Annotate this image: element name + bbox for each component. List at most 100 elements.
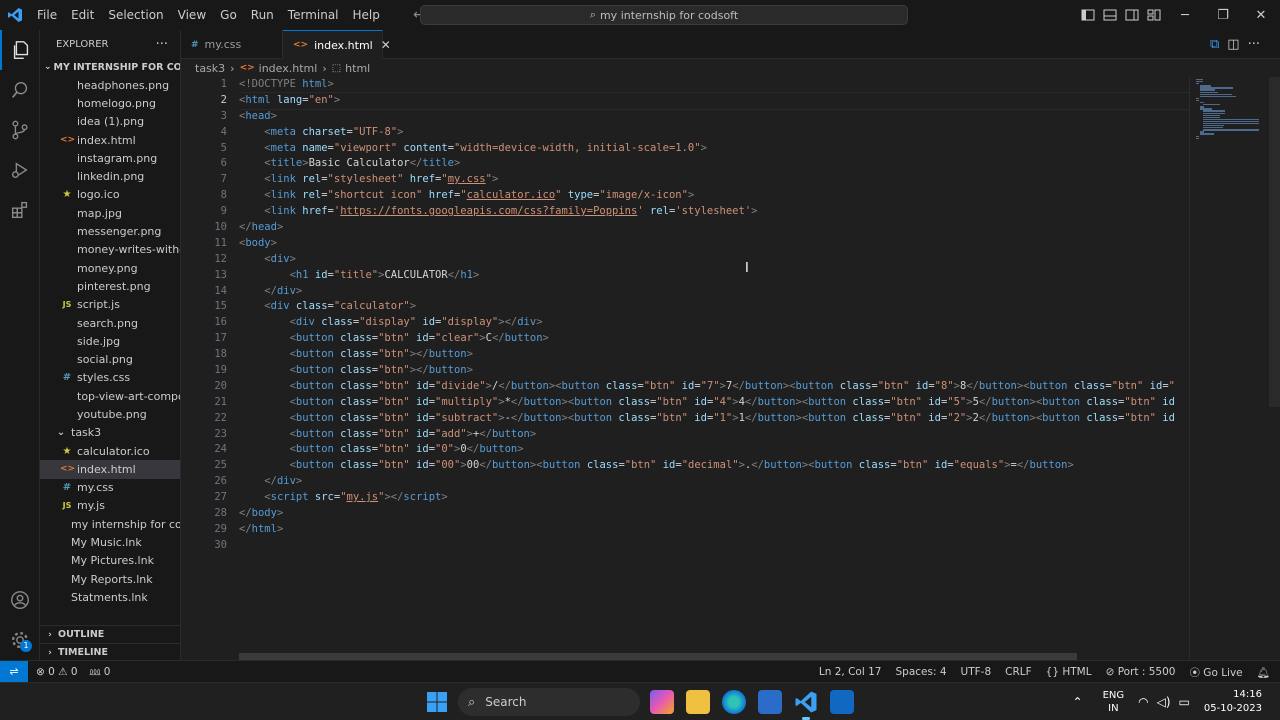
code-line[interactable]: <link rel="shortcut icon" href="calculat… <box>239 188 1189 204</box>
taskbar-search[interactable]: ⌕ Search <box>458 688 640 716</box>
extensions-icon[interactable] <box>0 190 40 230</box>
source-control-icon[interactable] <box>0 110 40 150</box>
restore-icon[interactable]: ❐ <box>1204 0 1242 30</box>
battery-icon[interactable]: ▭ <box>1179 695 1190 709</box>
end-of-line[interactable]: CRLF <box>1005 666 1032 678</box>
code-area[interactable]: <!DOCTYPE html> <html lang="en"> <head> <m… <box>239 77 1189 554</box>
code-line[interactable]: <title>Basic Calculator</title> <box>239 156 1189 172</box>
more-actions-icon[interactable]: ··· <box>1248 37 1260 52</box>
vertical-scrollbar[interactable] <box>1269 77 1280 407</box>
file-item[interactable]: JS my.js <box>40 497 180 515</box>
code-line[interactable]: <button class="btn" id="subtract">-</but… <box>239 411 1189 427</box>
file-item[interactable]: my internship for cod... <box>40 515 180 533</box>
file-item[interactable]: My Reports.lnk <box>40 570 180 588</box>
outlook-app-icon[interactable] <box>830 690 854 714</box>
menu-terminal[interactable]: Terminal <box>281 0 346 30</box>
ports-indicator[interactable]: ⅏ 0 <box>90 665 111 679</box>
code-line[interactable]: <button class="btn" id="multiply">*</but… <box>239 395 1189 411</box>
code-line[interactable]: <link href='https://fonts.googleapis.com… <box>239 204 1189 220</box>
search-icon[interactable] <box>0 70 40 110</box>
manage-gear-icon[interactable]: 1 <box>0 620 40 660</box>
file-item[interactable]: messenger.png <box>40 222 180 240</box>
code-line[interactable]: </html> <box>239 522 1189 538</box>
split-editor-icon[interactable]: ◫ <box>1227 37 1239 52</box>
file-item[interactable]: ★ calculator.ico <box>40 442 180 460</box>
breadcrumb-folder[interactable]: task3 <box>195 62 225 75</box>
file-item[interactable]: <> index.html <box>40 131 180 149</box>
customize-layout-icon[interactable] <box>1146 7 1162 23</box>
menu-help[interactable]: Help <box>346 0 387 30</box>
code-line[interactable]: <!DOCTYPE html> <box>239 77 1189 93</box>
code-line[interactable]: <html lang="en"> <box>239 91 1189 110</box>
code-line[interactable]: <head> <box>239 109 1189 125</box>
close-window-icon[interactable]: ✕ <box>1242 0 1280 30</box>
file-item[interactable]: My Pictures.lnk <box>40 552 180 570</box>
file-item[interactable]: Statments.lnk <box>40 588 180 606</box>
file-item[interactable]: # my.css <box>40 479 180 497</box>
workspace-root[interactable]: ⌄ MY INTERNSHIP FOR COD... <box>40 58 180 76</box>
file-item[interactable]: youtube.png <box>40 405 180 423</box>
timeline-section[interactable]: › TIMELINE <box>40 643 180 660</box>
code-line[interactable]: <body> <box>239 236 1189 252</box>
edge-browser-icon[interactable] <box>722 690 746 714</box>
code-line[interactable]: <link rel="stylesheet" href="my.css"> <box>239 172 1189 188</box>
code-line[interactable]: <script src="my.js"></script> <box>239 490 1189 506</box>
code-line[interactable]: <meta name="viewport" content="width=dev… <box>239 141 1189 157</box>
code-line[interactable]: <div class="calculator"> <box>239 299 1189 315</box>
file-item[interactable]: homelogo.png <box>40 94 180 112</box>
menu-go[interactable]: Go <box>213 0 244 30</box>
wifi-icon[interactable]: ◠ <box>1138 695 1148 709</box>
breadcrumb-symbol[interactable]: html <box>345 62 370 75</box>
code-line[interactable]: </body> <box>239 506 1189 522</box>
file-item[interactable]: JS script.js <box>40 296 180 314</box>
run-debug-icon[interactable] <box>0 150 40 190</box>
file-item[interactable]: money.png <box>40 259 180 277</box>
go-live-button[interactable]: ⦿ Go Live <box>1189 665 1242 680</box>
code-line[interactable]: </div> <box>239 474 1189 490</box>
vscode-taskbar-icon[interactable] <box>794 690 818 720</box>
file-item[interactable]: ★ logo.ico <box>40 186 180 204</box>
code-line[interactable]: <button class="btn" id="00">00</button><… <box>239 458 1189 474</box>
outline-section[interactable]: › OUTLINE <box>40 625 180 643</box>
open-preview-icon[interactable]: ⧉ <box>1210 37 1219 52</box>
code-line[interactable]: <div> <box>239 252 1189 268</box>
command-center[interactable]: ⌕ my internship for codsoft <box>420 5 908 25</box>
file-item[interactable]: social.png <box>40 350 180 368</box>
file-item[interactable]: search.png <box>40 314 180 332</box>
notifications-bell-icon[interactable]: 🔔︎ <box>1257 666 1270 679</box>
cursor-position[interactable]: Ln 2, Col 17 <box>819 666 882 678</box>
toggle-panel-icon[interactable] <box>1102 7 1118 23</box>
code-line[interactable]: <button class="btn"></button> <box>239 363 1189 379</box>
menu-edit[interactable]: Edit <box>64 0 101 30</box>
encoding[interactable]: UTF-8 <box>961 666 992 678</box>
microsoft-store-icon[interactable] <box>758 690 782 714</box>
tab-my-css[interactable]: # my.css <box>181 30 283 59</box>
show-hidden-icons-icon[interactable]: ⌃ <box>1073 695 1083 709</box>
language-indicator[interactable]: ENG IN <box>1103 689 1125 715</box>
minimap[interactable] <box>1189 77 1269 660</box>
code-line[interactable] <box>239 538 1189 554</box>
minimize-icon[interactable]: ─ <box>1166 0 1204 30</box>
explorer-icon[interactable] <box>0 30 40 70</box>
problems-indicator[interactable]: ⊗ 0 ⚠ 0 <box>36 666 78 678</box>
code-line[interactable]: </head> <box>239 220 1189 236</box>
code-line[interactable]: <h1 id="title">CALCULATOR</h1> <box>239 268 1189 284</box>
code-line[interactable]: <div class="display" id="display"></div> <box>239 315 1189 331</box>
accounts-icon[interactable] <box>0 580 40 620</box>
file-explorer-icon[interactable] <box>686 690 710 714</box>
code-line[interactable]: <button class="btn"></button> <box>239 347 1189 363</box>
file-item[interactable]: instagram.png <box>40 149 180 167</box>
windows-start-icon[interactable] <box>426 691 448 713</box>
menu-view[interactable]: View <box>171 0 213 30</box>
more-actions-icon[interactable]: ··· <box>156 37 168 52</box>
file-item[interactable]: top-view-art-compo... <box>40 387 180 405</box>
file-item[interactable]: # styles.css <box>40 369 180 387</box>
file-item[interactable]: map.jpg <box>40 204 180 222</box>
clock[interactable]: 14:16 05-10-2023 <box>1204 688 1262 716</box>
language-mode[interactable]: {} HTML <box>1046 666 1092 678</box>
horizontal-scrollbar[interactable] <box>239 653 1077 660</box>
code-line[interactable]: <button class="btn" id="clear">C</button… <box>239 331 1189 347</box>
toggle-primary-sidebar-icon[interactable] <box>1080 7 1096 23</box>
file-item[interactable]: headphones.png <box>40 76 180 94</box>
code-line[interactable]: <meta charset="UTF-8"> <box>239 125 1189 141</box>
